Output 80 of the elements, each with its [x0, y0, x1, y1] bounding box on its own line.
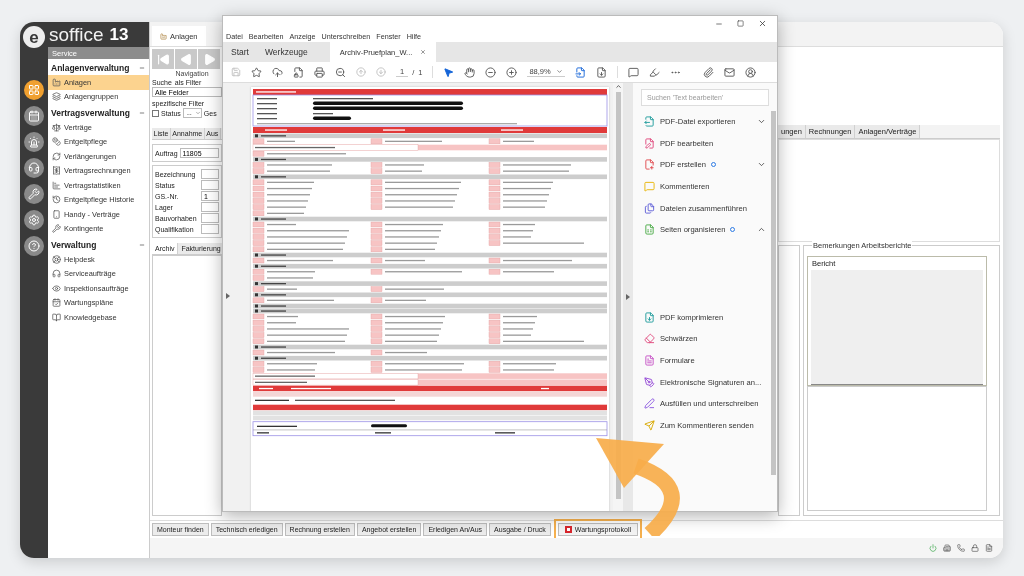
- phone-icon[interactable]: [957, 544, 965, 552]
- play-back-icon: [179, 52, 193, 66]
- text-field[interactable]: [201, 224, 219, 234]
- file-lock-icon[interactable]: [293, 66, 304, 78]
- tools-icon: [52, 224, 61, 234]
- zoom-out-icon[interactable]: [335, 66, 346, 78]
- app-title: soffice: [49, 25, 104, 44]
- headphones-icon: [52, 269, 61, 279]
- pointer-icon[interactable]: [443, 66, 455, 78]
- expand-pane-icon[interactable]: [226, 293, 230, 299]
- sidebar-section-title: Anlagenverwaltung: [51, 63, 130, 73]
- play-icon: [202, 52, 216, 66]
- file-export-icon: [644, 116, 655, 128]
- receipt-icon: [52, 166, 61, 176]
- text-field[interactable]: [201, 169, 219, 179]
- signature-icon: [644, 398, 655, 410]
- phone-icon: [52, 209, 61, 219]
- text-field[interactable]: [201, 202, 219, 212]
- text-field[interactable]: [201, 213, 219, 223]
- hand-icon[interactable]: [464, 66, 476, 78]
- zoom-minus-icon[interactable]: [485, 66, 497, 78]
- tools-icon[interactable]: [24, 184, 44, 204]
- coins-icon: [52, 137, 61, 147]
- files-icon: [644, 202, 655, 214]
- attach-icon[interactable]: [702, 66, 714, 78]
- book-icon: [52, 312, 61, 322]
- caret-icon: [194, 110, 201, 116]
- text-field[interactable]: [201, 180, 219, 190]
- maximize-icon[interactable]: [737, 20, 744, 27]
- status-checkbox[interactable]: [152, 109, 159, 117]
- grid-icon[interactable]: [24, 80, 44, 100]
- refresh-icon: [52, 151, 61, 161]
- factory-icon: [52, 77, 61, 87]
- fit-page-icon[interactable]: [574, 66, 586, 78]
- factory-icon: [160, 32, 167, 40]
- sidebar-section-title: Verwaltung: [51, 240, 97, 250]
- settings-icon[interactable]: [24, 210, 44, 230]
- mail-icon[interactable]: [723, 66, 735, 78]
- close-icon[interactable]: [420, 49, 427, 55]
- siren-icon[interactable]: [24, 132, 44, 152]
- logo-mark: e: [23, 26, 45, 48]
- file-edit-icon: [644, 137, 655, 149]
- comment-icon[interactable]: [627, 66, 639, 78]
- comment-icon: [644, 181, 655, 193]
- scroll-up-icon[interactable]: [614, 83, 622, 90]
- pages-icon: [644, 224, 655, 236]
- eraser-icon: [644, 333, 655, 345]
- help-icon[interactable]: [24, 236, 44, 256]
- app-version: 13: [109, 26, 129, 43]
- chart-icon: [52, 180, 61, 190]
- history-icon: [52, 195, 61, 205]
- star-icon[interactable]: [251, 66, 262, 78]
- pen-icon: [644, 376, 655, 388]
- form-icon: [644, 355, 655, 367]
- sidebar-section-title: Vertragsverwaltung: [51, 108, 130, 118]
- calendar-icon: [52, 298, 61, 308]
- lock-icon[interactable]: [971, 544, 979, 552]
- document-icon[interactable]: [985, 544, 993, 552]
- cloud-upload-icon[interactable]: [272, 66, 283, 78]
- close-icon[interactable]: [758, 19, 767, 28]
- scroll-mode-icon[interactable]: [595, 66, 607, 78]
- user-icon[interactable]: [744, 66, 756, 78]
- headset-icon[interactable]: [24, 158, 44, 178]
- skip-back-icon: [156, 52, 170, 66]
- caret-icon: [555, 68, 563, 75]
- eye-icon: [52, 283, 61, 293]
- scrollbar[interactable]: [613, 83, 623, 511]
- paragraph-icon: [52, 122, 61, 132]
- print-icon[interactable]: [314, 66, 325, 78]
- highlighter-icon[interactable]: [648, 66, 660, 78]
- send-icon: [644, 419, 655, 431]
- file-plus-icon: [644, 159, 655, 171]
- report-icon: [564, 526, 572, 533]
- calendar-icon[interactable]: [24, 106, 44, 126]
- collapse-arrow-icon[interactable]: [626, 294, 630, 300]
- zoom-plus-icon[interactable]: [506, 66, 518, 78]
- building-icon[interactable]: [943, 544, 951, 552]
- file-compress-icon: [644, 311, 655, 323]
- layers-icon: [52, 92, 61, 102]
- lifebuoy-icon: [52, 254, 61, 264]
